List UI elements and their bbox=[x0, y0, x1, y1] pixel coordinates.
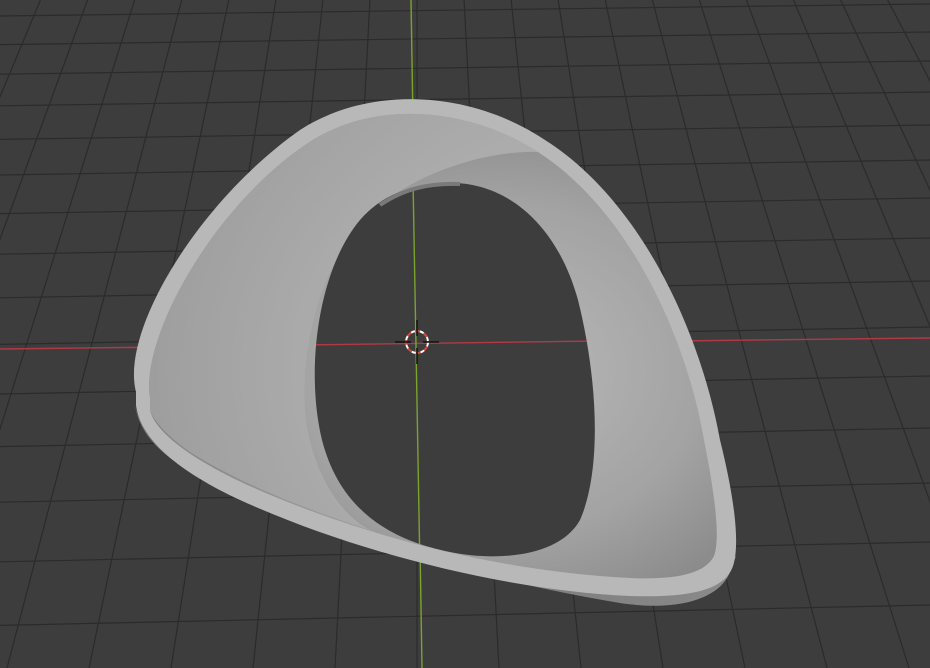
3d-viewport[interactable] bbox=[0, 0, 930, 668]
viewport-canvas[interactable] bbox=[0, 0, 930, 668]
